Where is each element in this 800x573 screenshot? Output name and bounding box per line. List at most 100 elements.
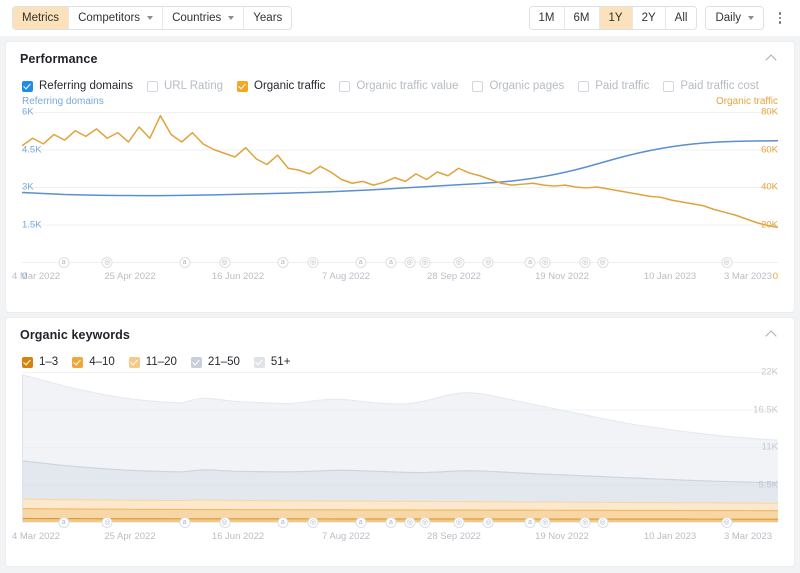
x-axis-tick-label: 28 Sep 2022 xyxy=(427,271,481,282)
timeline-event-marker[interactable]: ◎ xyxy=(453,257,465,268)
checkbox-bucket-4-10[interactable] xyxy=(72,356,84,368)
bucket-toggle-21-50[interactable]: 21–50 xyxy=(190,356,240,368)
chevron-up-icon[interactable] xyxy=(764,51,780,67)
checkbox-organic-pages[interactable] xyxy=(472,80,484,92)
granularity-label: Daily xyxy=(715,12,741,24)
range-1m[interactable]: 1M xyxy=(529,7,565,29)
kw-y-tick: 5.5K xyxy=(758,479,778,490)
timeline-event-marker[interactable]: ◎ xyxy=(307,257,319,268)
range-1y-label: 1Y xyxy=(608,12,623,24)
range-6m[interactable]: 6M xyxy=(564,7,600,29)
metric-label-organic-pages: Organic pages xyxy=(489,80,565,92)
timeline-event-marker[interactable]: a xyxy=(58,517,70,528)
tab-metrics[interactable]: Metrics xyxy=(13,7,70,29)
range-all[interactable]: All xyxy=(665,7,697,29)
checkbox-url-rating[interactable] xyxy=(146,80,158,92)
timeline-event-marker[interactable]: ◎ xyxy=(453,517,465,528)
tab-years[interactable]: Years xyxy=(244,7,292,29)
x-axis-tick-label: 3 Mar 2023 xyxy=(723,271,773,282)
checkbox-organic-traffic[interactable] xyxy=(237,80,248,92)
organic-keywords-legend: 1–3 4–10 11–20 21–50 51+ xyxy=(6,352,794,372)
timeline-event-marker[interactable]: ◎ xyxy=(307,517,319,528)
checkbox-bucket-11-20[interactable] xyxy=(128,356,140,368)
range-6m-label: 6M xyxy=(573,12,590,24)
timeline-event-marker[interactable]: ◎ xyxy=(721,517,733,528)
timeline-event-marker[interactable]: ◎ xyxy=(419,257,431,268)
metric-toggle-referring-domains[interactable]: Referring domains xyxy=(22,80,133,92)
chevron-down-icon xyxy=(147,16,154,20)
timeline-event-marker[interactable]: ◎ xyxy=(539,257,551,268)
granularity-select[interactable]: Daily xyxy=(706,7,763,29)
timeline-event-marker[interactable]: ◎ xyxy=(579,517,591,528)
metric-toggle-paid-traffic-cost[interactable]: Paid traffic cost xyxy=(663,80,759,92)
checkbox-bucket-1-3[interactable] xyxy=(22,356,33,368)
perf-y-tick-left: 1.5K xyxy=(22,219,42,230)
range-1y[interactable]: 1Y xyxy=(599,7,633,29)
checkbox-bucket-21-50[interactable] xyxy=(190,356,202,368)
timeline-event-marker[interactable]: ◎ xyxy=(579,257,591,268)
timeline-event-marker[interactable]: a xyxy=(385,517,397,528)
timeline-event-marker[interactable]: a xyxy=(179,517,191,528)
performance-metric-legend: Referring domains URL Rating Organic tra… xyxy=(6,76,794,96)
timeline-event-marker[interactable]: ◎ xyxy=(404,517,416,528)
perf-y-tick-left: 3K xyxy=(22,181,34,193)
tab-countries[interactable]: Countries xyxy=(163,7,245,29)
checkbox-bucket-51-plus[interactable] xyxy=(253,356,265,368)
perf-y-tick-right: 40K xyxy=(761,181,778,193)
range-all-label: All xyxy=(674,12,688,24)
timeline-event-marker[interactable]: ◎ xyxy=(597,517,609,528)
checkbox-paid-traffic-cost[interactable] xyxy=(663,80,675,92)
bucket-toggle-11-20[interactable]: 11–20 xyxy=(128,356,177,368)
tab-metrics-label: Metrics xyxy=(22,12,60,24)
timeline-event-marker[interactable]: a xyxy=(277,257,289,268)
range-2y[interactable]: 2Y xyxy=(632,7,666,29)
timeline-event-marker[interactable]: ◎ xyxy=(419,517,431,528)
timeline-event-marker[interactable]: ◎ xyxy=(101,517,113,528)
tab-competitors[interactable]: Competitors xyxy=(69,7,164,29)
timeline-event-marker[interactable]: ◎ xyxy=(101,257,113,268)
x-axis-line xyxy=(22,522,778,523)
timeline-event-marker[interactable]: ◎ xyxy=(219,517,231,528)
performance-card: Performance Referring domains URL Rating… xyxy=(6,42,794,312)
timeline-event-marker[interactable]: a xyxy=(58,257,70,268)
bucket-toggle-1-3[interactable]: 1–3 xyxy=(22,356,58,368)
timeline-event-marker[interactable]: ◎ xyxy=(539,517,551,528)
timeline-event-marker[interactable]: a xyxy=(355,257,367,268)
metric-toggle-url-rating[interactable]: URL Rating xyxy=(146,80,223,92)
kebab-menu-icon[interactable] xyxy=(772,8,788,28)
timeline-event-marker[interactable]: a xyxy=(524,257,536,268)
range-2y-label: 2Y xyxy=(641,12,656,24)
timeline-event-marker[interactable]: ◎ xyxy=(404,257,416,268)
ahrefs-overview-screen: Metrics Competitors Countries Years 1M 6… xyxy=(0,0,800,573)
timeline-event-marker[interactable]: a xyxy=(277,517,289,528)
timeline-event-marker[interactable]: ◎ xyxy=(721,257,733,268)
timeline-event-marker[interactable]: ◎ xyxy=(482,517,494,528)
date-range-group: 1M 6M 1Y 2Y All xyxy=(528,6,698,30)
bucket-label-21-50: 21–50 xyxy=(207,356,240,368)
checkbox-referring-domains[interactable] xyxy=(22,80,33,92)
left-axis-title: Referring domains xyxy=(22,96,104,107)
perf-y-zero-left: 0 xyxy=(22,271,28,282)
timeline-event-marker[interactable]: ◎ xyxy=(219,257,231,268)
bucket-toggle-4-10[interactable]: 4–10 xyxy=(72,356,115,368)
timeline-event-marker[interactable]: ◎ xyxy=(597,257,609,268)
metric-toggle-organic-pages[interactable]: Organic pages xyxy=(472,80,564,92)
metric-label-paid-traffic-cost: Paid traffic cost xyxy=(680,80,759,92)
checkbox-organic-traffic-value[interactable] xyxy=(339,80,351,92)
performance-axis-titles: Referring domains Organic traffic xyxy=(6,96,794,112)
timeline-event-marker[interactable]: a xyxy=(355,517,367,528)
timeline-event-marker[interactable]: a xyxy=(524,517,536,528)
timeline-event-marker[interactable]: a xyxy=(179,257,191,268)
metric-toggle-paid-traffic[interactable]: Paid traffic xyxy=(578,80,649,92)
timeline-event-marker[interactable]: a xyxy=(385,257,397,268)
metric-toggle-organic-traffic[interactable]: Organic traffic xyxy=(237,80,325,92)
performance-card-header: Performance xyxy=(6,42,794,76)
x-axis-tick-label: 4 Mar 2022 xyxy=(11,531,61,542)
x-axis-tick-label: 10 Jan 2023 xyxy=(643,531,697,542)
timeline-event-marker[interactable]: ◎ xyxy=(482,257,494,268)
chevron-up-icon[interactable] xyxy=(764,327,780,343)
kw-y-tick: 22K xyxy=(761,366,778,378)
metric-toggle-organic-traffic-value[interactable]: Organic traffic value xyxy=(339,80,458,92)
checkbox-paid-traffic[interactable] xyxy=(578,80,590,92)
bucket-toggle-51-plus[interactable]: 51+ xyxy=(253,356,290,368)
